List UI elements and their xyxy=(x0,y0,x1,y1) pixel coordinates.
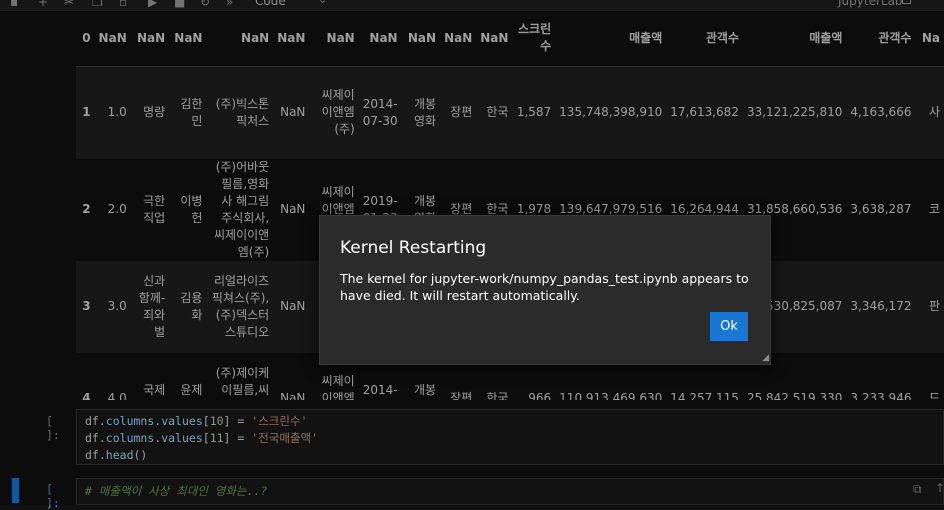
dialog-message: The kernel for jupyter-work/numpy_pandas… xyxy=(340,271,749,303)
dialog-title: Kernel Restarting xyxy=(340,238,487,258)
ok-button[interactable]: Ok xyxy=(710,312,748,341)
kernel-restarting-dialog: Kernel Restarting The kernel for jupyter… xyxy=(319,215,771,365)
resize-handle-icon[interactable]: ◢ xyxy=(762,354,769,363)
